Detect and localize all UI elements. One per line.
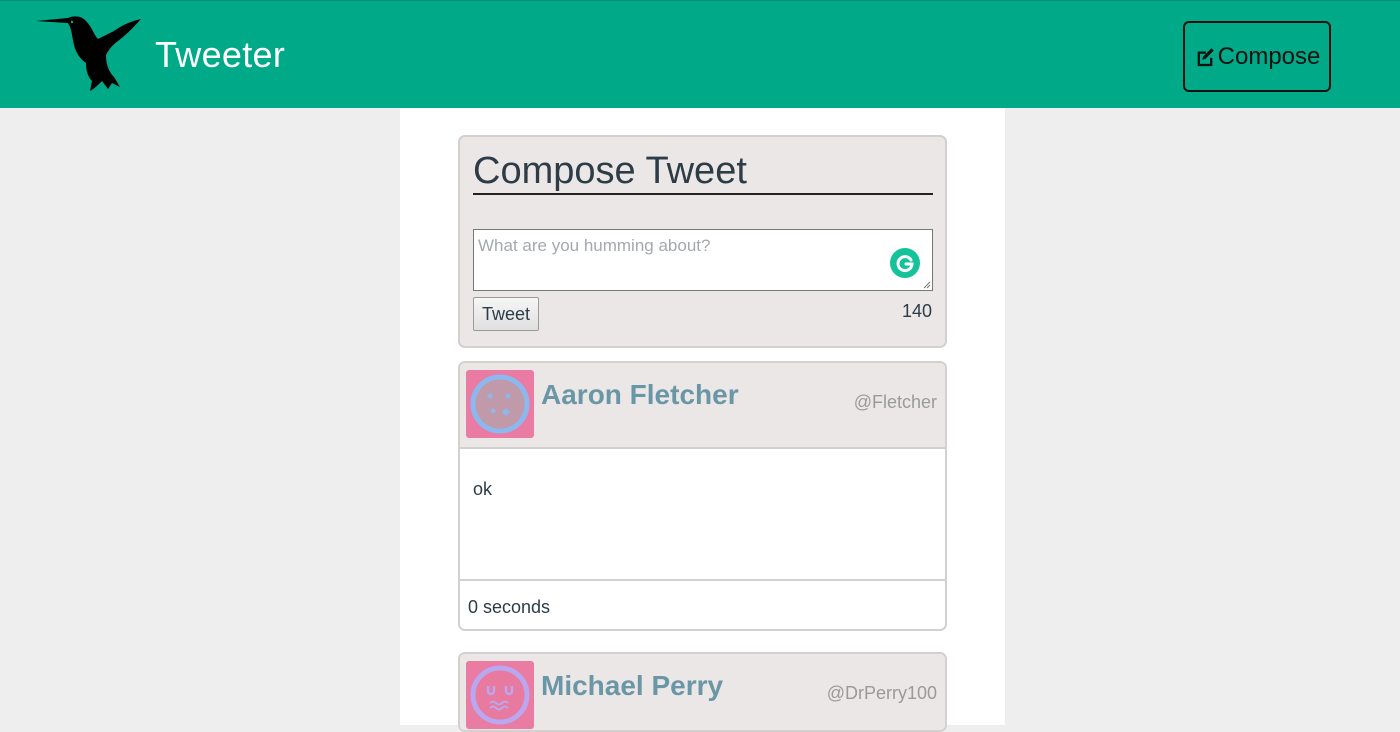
tweet-timestamp: 0 seconds: [468, 597, 551, 617]
character-counter: 140: [901, 301, 932, 321]
compose-tweet-panel: Compose Tweet Tweet 140: [458, 135, 947, 348]
author-handle: @Fletcher: [853, 392, 937, 412]
tweet-input[interactable]: [473, 229, 933, 291]
brand-title: Tweeter: [155, 34, 286, 75]
navbar: Tweeter Compose: [0, 0, 1400, 108]
tweet-header: Aaron Fletcher @Fletcher: [460, 363, 945, 449]
avatar: [466, 661, 534, 729]
compose-button[interactable]: Compose: [1183, 21, 1331, 92]
author-name: Aaron Fletcher: [541, 379, 739, 410]
author-handle: @DrPerry100: [826, 683, 937, 703]
tweet-footer: 0 seconds: [460, 581, 945, 629]
tweet-card: Aaron Fletcher @Fletcher ok 0 seconds: [458, 361, 947, 631]
tweet-button[interactable]: Tweet: [473, 297, 539, 331]
grammarly-icon[interactable]: [890, 248, 920, 278]
hummingbird-logo-icon: [36, 16, 141, 91]
tweet-card: Michael Perry @DrPerry100: [458, 652, 947, 732]
compose-title: Compose Tweet: [473, 149, 933, 195]
tweet-text: ok: [473, 479, 493, 499]
tweet-body: ok: [460, 449, 945, 581]
avatar: [466, 370, 534, 438]
resize-grip-icon[interactable]: [922, 280, 931, 289]
edit-icon: [1197, 47, 1214, 66]
main-column: Compose Tweet Tweet 140 Aaron Fletcher @…: [400, 108, 1005, 732]
author-name: Michael Perry: [541, 670, 724, 701]
compose-button-label: Compose: [1217, 42, 1321, 70]
tweet-header: Michael Perry @DrPerry100: [460, 654, 945, 730]
